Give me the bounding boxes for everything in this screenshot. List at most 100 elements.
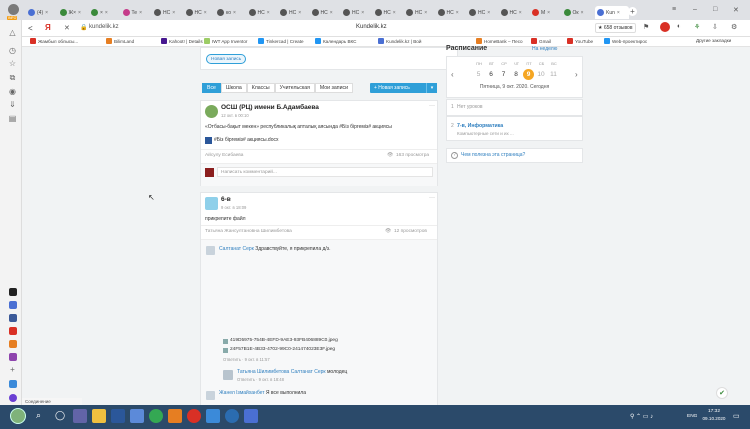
browser-tab[interactable]: М ×: [532, 6, 561, 19]
tab-all[interactable]: Все: [202, 83, 221, 93]
explorer-icon[interactable]: [92, 409, 106, 423]
tab-close-icon[interactable]: ×: [45, 10, 48, 16]
bookmark-icon[interactable]: ⚑: [643, 23, 649, 31]
browser-tab[interactable]: Kun ×: [595, 6, 629, 19]
browser-tab[interactable]: НС ×: [374, 6, 404, 19]
mail-icon[interactable]: [9, 340, 17, 348]
download-icon[interactable]: ⇩: [712, 23, 718, 31]
bookmark-item[interactable]: BilimLand: [106, 38, 134, 44]
bookmark-item[interactable]: Жамбыл облысы...: [30, 38, 78, 44]
notes-icon[interactable]: ▤: [8, 114, 17, 123]
tab-close-icon[interactable]: ×: [519, 10, 522, 16]
tab-close-icon[interactable]: ×: [456, 10, 459, 16]
lesson-title[interactable]: 7-в, Информатика: [457, 123, 503, 129]
clock-date[interactable]: 09.10.2020: [700, 416, 728, 421]
tab-classes[interactable]: Классы: [246, 83, 275, 93]
tray-icons[interactable]: ⚲ ⌃ ▭ ♪: [630, 413, 653, 420]
bookmark-item[interactable]: Gmail: [531, 38, 551, 44]
browser-tab[interactable]: НС ×: [437, 6, 467, 19]
post-menu-icon[interactable]: ···: [429, 195, 435, 201]
app-icon[interactable]: [206, 409, 220, 423]
bookmark-item[interactable]: IWT App Inventor: [204, 38, 247, 44]
tab-close-icon[interactable]: ×: [204, 10, 207, 16]
comment-mention[interactable]: Салтанат Серк: [291, 369, 326, 375]
post-author[interactable]: Айсулу Есибаева: [205, 153, 243, 158]
post-school-name[interactable]: ОСШ (РЦ) имени Б.Адамбаева: [221, 104, 319, 111]
tab-close-icon[interactable]: ×: [78, 10, 81, 16]
post-author[interactable]: Татьяна Жансултановна Шилимбетова: [205, 229, 292, 234]
shield-icon[interactable]: ◐: [677, 23, 681, 30]
calendar-day[interactable]: 7: [498, 69, 509, 80]
pinterest-icon[interactable]: [660, 22, 670, 32]
star-icon[interactable]: ☆: [8, 59, 17, 68]
browser-tab[interactable]: НС ×: [469, 6, 498, 19]
app-icon-6[interactable]: [9, 353, 17, 361]
extension-icon[interactable]: ⚘: [694, 23, 700, 31]
browser-tab[interactable]: НС ×: [500, 6, 530, 19]
tab-close-icon[interactable]: ×: [233, 10, 236, 16]
music-icon[interactable]: ◉: [8, 87, 17, 96]
back-icon[interactable]: <: [28, 24, 33, 33]
tab-close-icon[interactable]: ×: [581, 10, 584, 16]
comment-input[interactable]: Написать комментарий...: [217, 167, 433, 177]
facebook-icon[interactable]: [9, 314, 17, 322]
browser-tab[interactable]: Ж× ×: [59, 6, 89, 19]
browser-tab[interactable]: НС ×: [311, 6, 341, 19]
tab-my-posts[interactable]: Мои записи: [314, 83, 353, 93]
profile-avatar[interactable]: [8, 4, 19, 15]
tab-close-icon[interactable]: ×: [105, 10, 108, 16]
new-post-top-button[interactable]: Новая запись: [206, 54, 247, 64]
browser-tab[interactable]: Те ×: [122, 6, 152, 19]
browser-tab[interactable]: ко ×: [217, 6, 246, 19]
bookmark-item[interactable]: Kundelik.kz | Вой: [378, 38, 421, 44]
tab-close-icon[interactable]: ×: [139, 10, 142, 16]
bookmark-item[interactable]: Web-проектирос: [604, 38, 647, 44]
clock-time[interactable]: 17:32: [702, 409, 726, 414]
comment-meta[interactable]: Ответить · 9 окт. в 11:57: [223, 357, 270, 362]
teams-icon[interactable]: [73, 409, 87, 423]
prev-week-icon[interactable]: ‹: [451, 70, 454, 79]
post-group-name[interactable]: 6-в: [221, 196, 231, 203]
calendar-day[interactable]: 6: [486, 69, 497, 80]
post-attachment[interactable]: #Біз біргеміз# акциясы.docx: [214, 137, 279, 143]
bookmark-item[interactable]: HomeBank – Песо: [476, 38, 523, 44]
next-week-icon[interactable]: ›: [575, 70, 578, 79]
comment-author[interactable]: Жанел Ізмайханбет: [219, 390, 265, 396]
clock-icon[interactable]: ◷: [8, 46, 17, 55]
bookmark-item[interactable]: Kahoot! | Details: [161, 38, 203, 44]
browser-tab[interactable]: НС ×: [248, 6, 278, 19]
calendar-day[interactable]: 11: [548, 69, 559, 80]
help-link[interactable]: Чем полезна эта страница?: [461, 152, 525, 158]
app-icon[interactable]: [168, 409, 182, 423]
alice-assistant-icon[interactable]: [9, 394, 17, 402]
tab-teachers[interactable]: Учительская: [274, 83, 315, 93]
stop-icon[interactable]: ✕: [64, 24, 70, 32]
browser-tab[interactable]: НС ×: [185, 6, 215, 19]
calendar-day[interactable]: 5: [473, 69, 484, 80]
new-tab-button[interactable]: +: [628, 7, 637, 16]
comment-file-2[interactable]: 24F57B1E-4B33-4702-99C0-241474023E3F.jpe…: [230, 347, 335, 352]
tab-close-icon[interactable]: ×: [617, 10, 620, 16]
close-window-icon[interactable]: ✕: [733, 6, 739, 14]
bookmark-item[interactable]: YouTube: [567, 38, 593, 44]
collections-icon[interactable]: ⧉: [8, 73, 17, 82]
post-menu-icon[interactable]: ···: [429, 103, 435, 109]
youtube-icon[interactable]: [9, 327, 17, 335]
notification-icon[interactable]: ▭: [733, 412, 740, 420]
browser-tab[interactable]: НС ×: [280, 6, 309, 19]
security-shield-icon[interactable]: ✔: [716, 387, 728, 399]
tab-close-icon[interactable]: ×: [424, 10, 427, 16]
add-panel-icon[interactable]: +: [8, 365, 17, 374]
app-icon[interactable]: [225, 409, 239, 423]
browser-tab[interactable]: НС ×: [154, 6, 183, 19]
browser-tab[interactable]: НС ×: [406, 6, 435, 19]
app-icon-2[interactable]: [9, 301, 17, 309]
minimize-icon[interactable]: –: [693, 6, 697, 13]
download-history-icon[interactable]: ⇓: [8, 100, 17, 109]
new-post-dropdown[interactable]: ▾: [426, 83, 437, 93]
yandex-browser-icon[interactable]: [187, 409, 201, 423]
week-link[interactable]: На неделю: [532, 46, 557, 52]
comment-author[interactable]: Татьяна Шилимбетова: [237, 369, 289, 375]
language-indicator[interactable]: ENG: [687, 414, 697, 419]
app-icon[interactable]: [244, 409, 258, 423]
